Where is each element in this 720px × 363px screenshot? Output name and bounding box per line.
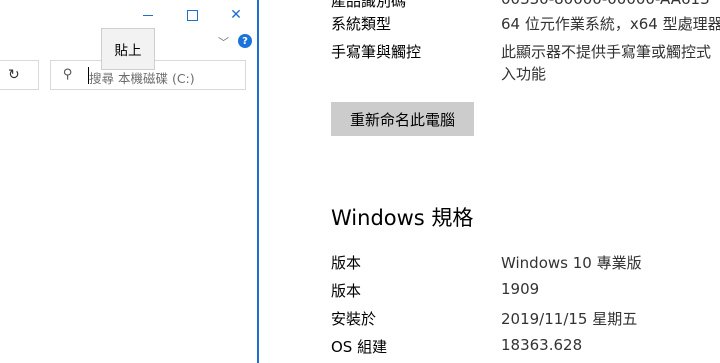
minimize-button[interactable] xyxy=(126,0,170,30)
rename-pc-label: 重新命名此電腦 xyxy=(349,110,455,129)
row-value: Windows 10 專業版 xyxy=(501,254,642,272)
windows-spec-title: Windows 規格 xyxy=(331,206,474,230)
row-value: 00330-80000-00000-AA613 xyxy=(501,0,710,8)
minimize-icon xyxy=(143,14,153,16)
chevron-down-icon[interactable]: ﹀ xyxy=(218,34,229,50)
address-bar-end: ↻ xyxy=(0,60,39,90)
help-icon[interactable]: ? xyxy=(238,34,252,48)
row-value-continued: 入功能 xyxy=(501,65,547,83)
row-label: OS 組建 xyxy=(331,338,388,356)
paste-context-tip[interactable]: 貼上 xyxy=(101,28,155,70)
title-bar: ✕ xyxy=(0,0,257,30)
row-label: 版本 xyxy=(331,254,362,272)
row-value: 64 位元作業系統，x64 型處理器 xyxy=(501,15,720,33)
refresh-icon[interactable]: ↻ xyxy=(8,67,20,83)
paste-label: 貼上 xyxy=(114,43,142,59)
row-value: 18363.628 xyxy=(501,336,583,354)
file-explorer-window: ✕ ﹀ ? ↻ ⚲ 搜尋 本機磁碟 (C:) 貼上 xyxy=(0,0,259,363)
row-value: 2019/11/15 星期五 xyxy=(501,310,638,328)
search-placeholder: 搜尋 本機磁碟 (C:) xyxy=(89,71,195,86)
row-label: 產品識別碼 xyxy=(331,0,407,10)
close-icon: ✕ xyxy=(230,7,242,23)
row-label: 系統類型 xyxy=(331,15,392,33)
row-value: 此顯示器不提供手寫筆或觸控式 xyxy=(501,43,712,61)
settings-about-page: 產品識別碼 00330-80000-00000-AA613 系統類型 64 位元… xyxy=(259,0,720,363)
row-label: 手寫筆與觸控 xyxy=(331,43,422,61)
close-button[interactable]: ✕ xyxy=(214,0,258,30)
maximize-icon xyxy=(186,9,198,21)
rename-pc-button[interactable]: 重新命名此電腦 xyxy=(331,102,474,136)
search-icon: ⚲ xyxy=(63,67,73,82)
row-label: 版本 xyxy=(331,282,362,300)
row-value: 1909 xyxy=(501,280,540,298)
row-label: 安裝於 xyxy=(331,310,377,328)
maximize-button[interactable] xyxy=(170,0,214,30)
